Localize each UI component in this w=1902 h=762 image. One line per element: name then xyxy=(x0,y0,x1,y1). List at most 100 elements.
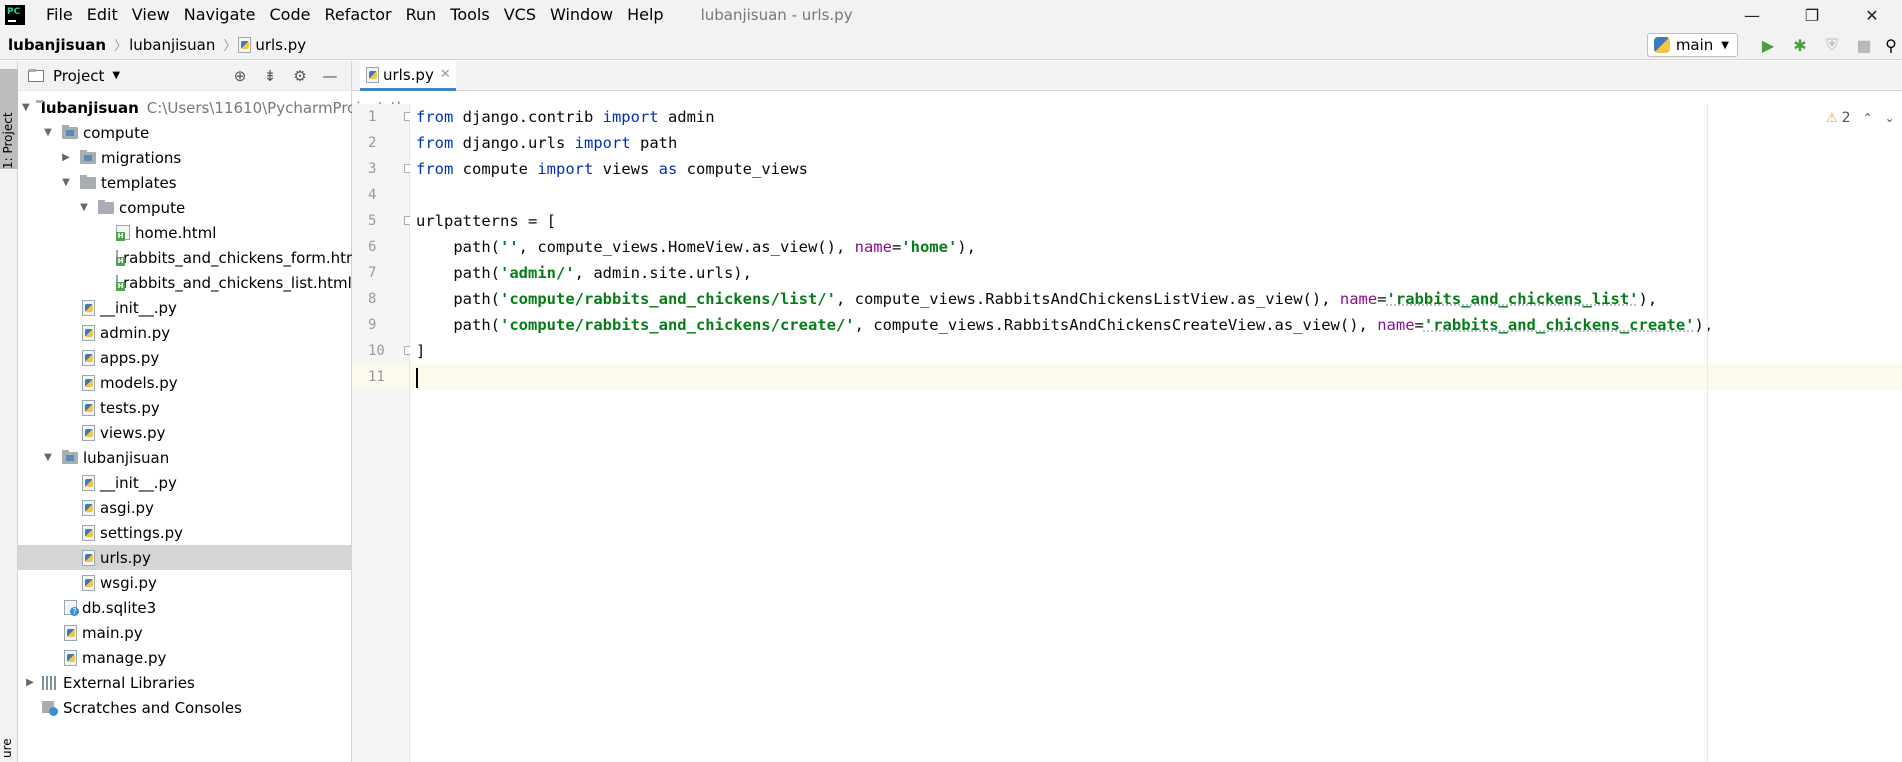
debug-icon[interactable]: ✱ xyxy=(1784,30,1816,60)
tree-item-label: main.py xyxy=(82,623,143,642)
breadcrumb-folder[interactable]: lubanjisuan xyxy=(129,36,215,54)
run-icon[interactable]: ▶ xyxy=(1752,30,1784,60)
package-folder-icon xyxy=(62,449,78,464)
library-icon xyxy=(42,675,58,690)
tree-item-label: views.py xyxy=(100,423,166,442)
tree-item-main-py[interactable]: main.py xyxy=(18,620,351,645)
tree-item-wsgi-py[interactable]: wsgi.py xyxy=(18,570,351,595)
project-panel: Project ▼ ⊕ ⇟ ⚙ — ▼ lubanjisuan C:\Users… xyxy=(18,61,410,762)
tree-item-views-py[interactable]: views.py xyxy=(18,420,351,445)
hide-panel-icon[interactable]: — xyxy=(315,67,345,85)
main-menu: File Edit View Navigate Code Refactor Ru… xyxy=(39,0,671,30)
line-number: 9 xyxy=(368,317,377,333)
menu-tools[interactable]: Tools xyxy=(443,0,496,30)
tree-item-label: urls.py xyxy=(100,548,151,567)
tree-item-templates-compute[interactable]: ▼ compute xyxy=(18,195,351,220)
breadcrumb-separator-icon: 〉 xyxy=(223,39,237,54)
navigation-bar: lubanjisuan 〉 lubanjisuan 〉 urls.py main… xyxy=(0,30,1902,60)
close-button[interactable]: ✕ xyxy=(1842,0,1902,30)
warning-count: 2 xyxy=(1841,110,1851,126)
line-number: 4 xyxy=(368,187,377,203)
tree-item-models-py[interactable]: models.py xyxy=(18,370,351,395)
expanded-arrow-icon: ▼ xyxy=(44,127,52,138)
locate-file-icon[interactable]: ⊕ xyxy=(225,67,255,85)
menu-vcs[interactable]: VCS xyxy=(497,0,543,30)
tree-item-form-html[interactable]: rabbits_and_chickens_form.html xyxy=(18,245,365,270)
tree-item-list-html[interactable]: rabbits_and_chickens_list.html xyxy=(18,270,352,295)
tree-item-external-libraries[interactable]: ▶ External Libraries xyxy=(18,670,351,695)
tree-item-admin-py[interactable]: admin.py xyxy=(18,320,351,345)
database-file-icon xyxy=(64,600,79,616)
chevron-down-icon[interactable]: ▼ xyxy=(112,70,120,81)
menu-file[interactable]: File xyxy=(39,0,80,30)
python-file-icon xyxy=(64,625,77,641)
menu-edit[interactable]: Edit xyxy=(80,0,125,30)
menu-refactor[interactable]: Refactor xyxy=(317,0,398,30)
tree-item-scratches[interactable]: Scratches and Consoles xyxy=(18,695,351,720)
html-file-icon xyxy=(116,225,130,241)
tree-item-lub-init[interactable]: __init__.py xyxy=(18,470,351,495)
tree-item-templates[interactable]: ▼ templates xyxy=(18,170,351,195)
restore-button[interactable]: ❐ xyxy=(1782,0,1842,30)
inspection-widget[interactable]: ⚠ 2 ⌃ ⌄ xyxy=(1826,110,1895,126)
code-line: ] xyxy=(416,342,426,360)
tree-item-asgi-py[interactable]: asgi.py xyxy=(18,495,351,520)
minimize-button[interactable]: — xyxy=(1722,0,1782,30)
run-configuration-select[interactable]: main ▼ xyxy=(1646,33,1738,57)
project-tool-window-tab-label: 1: Project xyxy=(1,112,15,169)
tree-item-lubanjisuan-package[interactable]: ▼ lubanjisuan xyxy=(18,445,351,470)
run-configuration-label: main xyxy=(1675,36,1714,54)
menu-window[interactable]: Window xyxy=(543,0,620,30)
html-file-icon xyxy=(116,250,125,266)
code-line: path('compute/rabbits_and_chickens/list/… xyxy=(416,290,1658,308)
tree-item-apps-py[interactable]: apps.py xyxy=(18,345,351,370)
line-number: 11 xyxy=(352,364,409,390)
tree-item-label: asgi.py xyxy=(100,498,154,517)
tree-item-label: admin.py xyxy=(100,323,171,342)
tree-item-compute[interactable]: ▼ compute xyxy=(18,120,351,145)
menu-run[interactable]: Run xyxy=(399,0,444,30)
project-view-title[interactable]: Project xyxy=(53,67,104,85)
next-highlight-icon[interactable]: ⌄ xyxy=(1885,111,1895,125)
tree-item-tests-py[interactable]: tests.py xyxy=(18,395,351,420)
python-file-icon xyxy=(82,550,95,566)
python-file-icon xyxy=(82,350,95,366)
gear-icon[interactable]: ⚙ xyxy=(285,67,315,85)
python-file-icon xyxy=(82,425,95,441)
tree-item-label: compute xyxy=(83,123,150,142)
tree-item-urls-py[interactable]: urls.py xyxy=(18,545,351,570)
menu-navigate[interactable]: Navigate xyxy=(177,0,263,30)
tree-item-root[interactable]: ▼ lubanjisuan C:\Users\11610\PycharmProj… xyxy=(18,95,410,120)
previous-highlight-icon[interactable]: ⌃ xyxy=(1863,111,1873,125)
tree-item-label: lubanjisuan xyxy=(83,448,170,467)
tree-item-manage-py[interactable]: manage.py xyxy=(18,645,351,670)
tree-item-label: rabbits_and_chickens_form.html xyxy=(123,248,365,267)
code-line: path('admin/', admin.site.urls), xyxy=(416,264,752,282)
tree-item-label: lubanjisuan xyxy=(40,98,139,117)
breadcrumb-project[interactable]: lubanjisuan xyxy=(0,36,106,54)
menu-code[interactable]: Code xyxy=(263,0,318,30)
coverage-icon[interactable]: ⛨ xyxy=(1816,30,1848,60)
stop-icon[interactable]: ■ xyxy=(1848,30,1880,60)
tree-item-db-sqlite3[interactable]: db.sqlite3 xyxy=(18,595,351,620)
tree-item-home-html[interactable]: home.html xyxy=(18,220,351,245)
tab-label: urls.py xyxy=(383,65,434,84)
tab-urls-py[interactable]: urls.py ✕ xyxy=(360,61,456,91)
tree-item-migrations[interactable]: ▶ migrations xyxy=(18,145,351,170)
collapsed-arrow-icon: ▶ xyxy=(62,152,70,163)
close-icon[interactable]: ✕ xyxy=(440,67,451,82)
breadcrumb-file-label: urls.py xyxy=(255,35,307,54)
expanded-arrow-icon: ▼ xyxy=(62,177,70,188)
search-icon[interactable]: ⚲ xyxy=(1880,30,1902,60)
code-editor[interactable]: from django.contrib import admin from dj… xyxy=(410,104,1902,762)
tree-item-compute-init[interactable]: __init__.py xyxy=(18,295,351,320)
collapse-all-icon[interactable]: ⇟ xyxy=(255,67,285,85)
code-line: path('compute/rabbits_and_chickens/creat… xyxy=(416,316,1714,334)
line-number: 10 xyxy=(352,338,413,364)
structure-tool-window-tab[interactable]: ure xyxy=(0,738,14,758)
menu-help[interactable]: Help xyxy=(620,0,670,30)
project-tool-window-tab[interactable]: 1: Project xyxy=(0,69,18,169)
breadcrumb-file[interactable]: urls.py xyxy=(238,36,306,54)
menu-view[interactable]: View xyxy=(125,0,177,30)
tree-item-settings-py[interactable]: settings.py xyxy=(18,520,351,545)
